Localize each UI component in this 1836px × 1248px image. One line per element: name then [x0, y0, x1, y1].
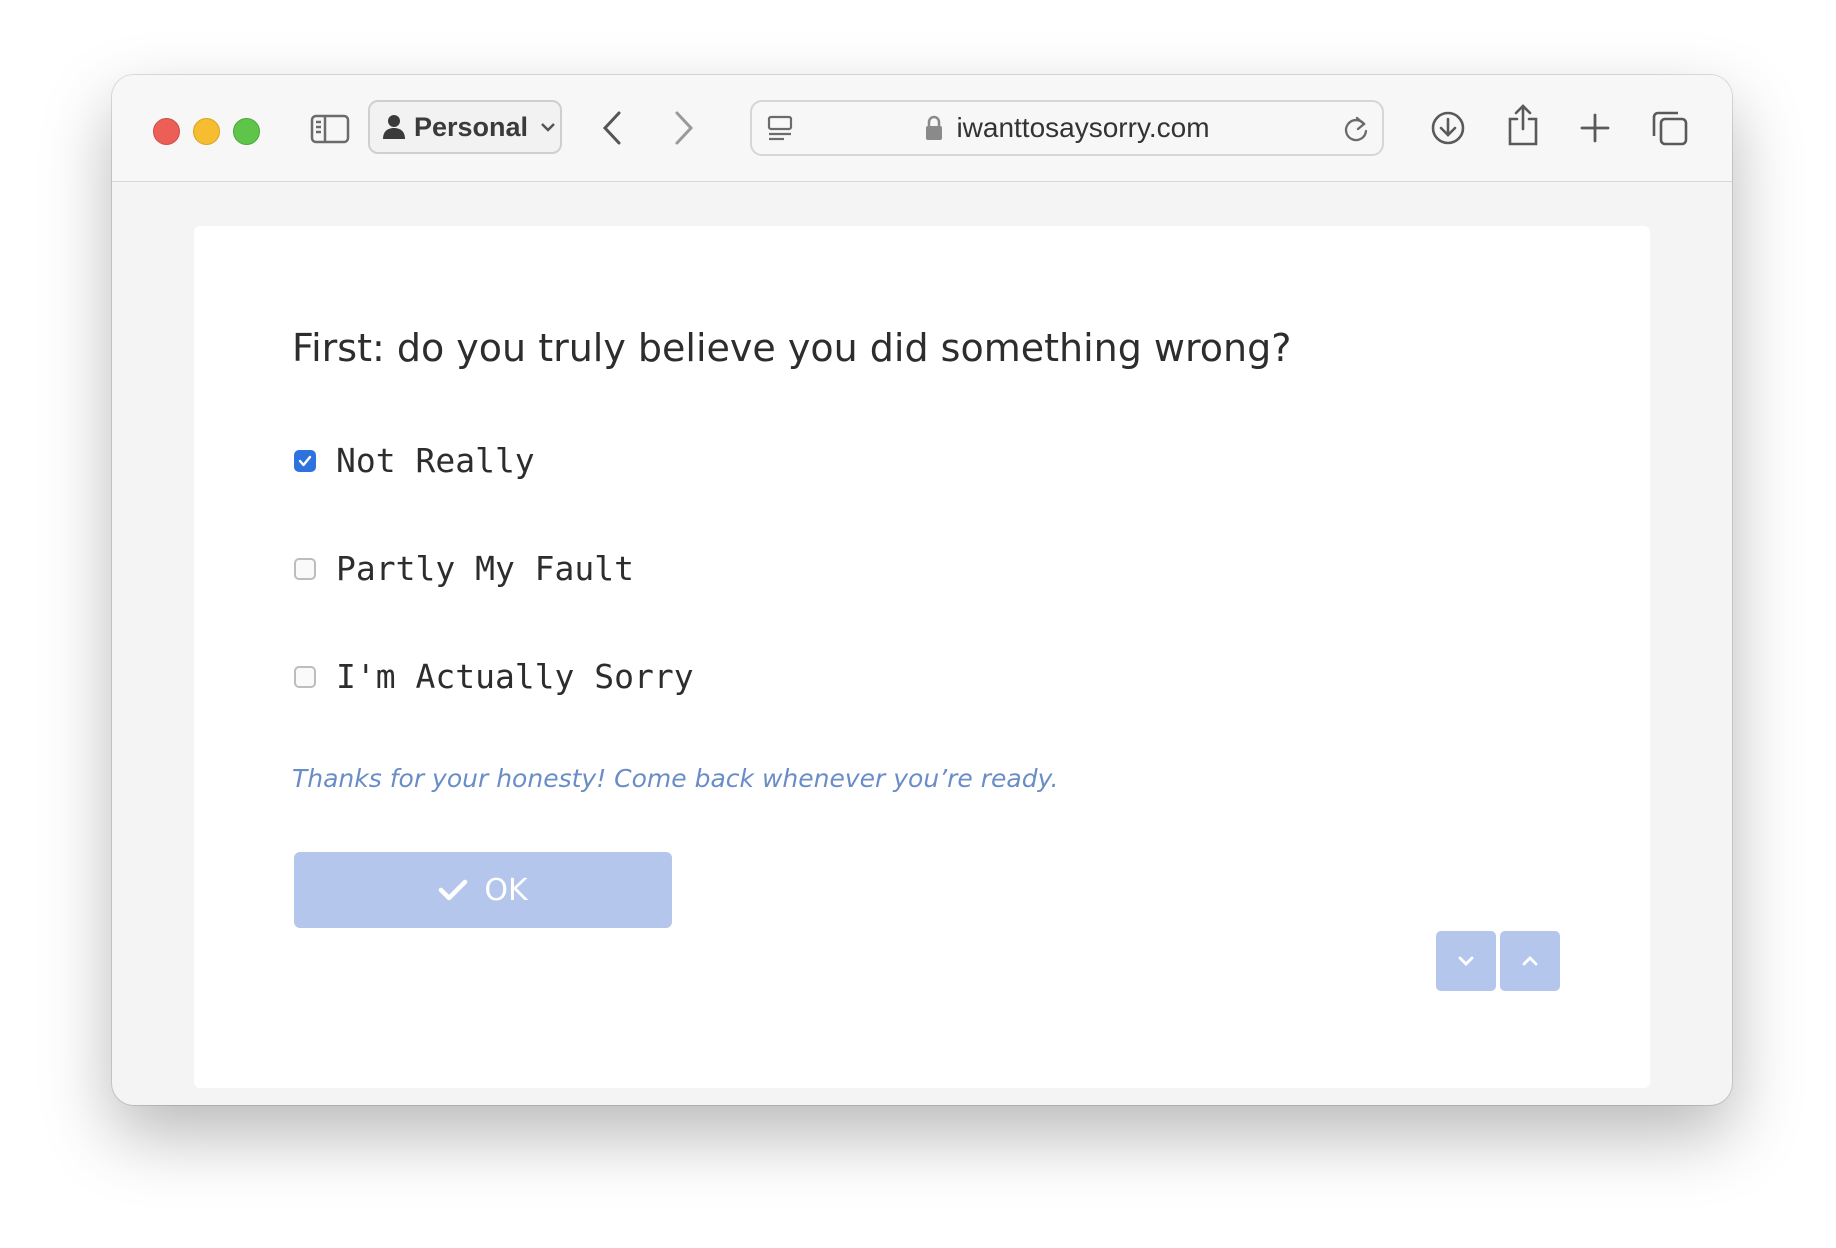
person-icon: [383, 115, 405, 139]
sidebar-icon[interactable]: [308, 109, 352, 149]
page-content: First: do you truly believe you did some…: [194, 226, 1650, 1088]
close-window-button[interactable]: [153, 118, 180, 145]
checkmark-icon: [439, 879, 468, 901]
chevron-right-icon: [675, 111, 694, 145]
share-icon[interactable]: [1501, 99, 1545, 151]
checkbox-unchecked[interactable]: [294, 557, 316, 580]
chevron-down-icon: [1458, 956, 1474, 966]
browser-toolbar: Personal iwanttosaysorry.com: [112, 75, 1732, 182]
chevron-up-icon: [1522, 956, 1538, 966]
option-label: I'm Actually Sorry: [336, 657, 694, 696]
reload-icon[interactable]: [1340, 112, 1372, 146]
question-heading: First: do you truly believe you did some…: [292, 326, 1292, 370]
chevron-left-icon: [602, 111, 621, 145]
forward-button[interactable]: [662, 105, 706, 151]
address-bar[interactable]: iwanttosaysorry.com: [750, 100, 1384, 156]
minimize-window-button[interactable]: [193, 118, 220, 145]
option-not-really[interactable]: Not Really: [294, 441, 535, 480]
back-button[interactable]: [590, 105, 634, 151]
lock-icon: [926, 115, 943, 140]
tab-overview-icon[interactable]: [1648, 105, 1692, 151]
download-icon[interactable]: [1426, 105, 1470, 151]
chevron-down-icon: [541, 123, 555, 132]
zoom-window-button[interactable]: [233, 118, 260, 145]
ok-button[interactable]: OK: [294, 852, 672, 928]
url-text: iwanttosaysorry.com: [956, 112, 1210, 143]
checkmark-icon: [298, 455, 312, 466]
browser-window: Personal iwanttosaysorry.com First: do y…: [112, 75, 1732, 1105]
profile-button[interactable]: Personal: [368, 100, 562, 154]
option-label: Not Really: [336, 441, 535, 480]
feedback-message: Thanks for your honesty! Come back whene…: [292, 764, 1059, 793]
next-question-button[interactable]: [1436, 931, 1496, 991]
ok-label: OK: [484, 872, 528, 908]
plus-icon[interactable]: [1573, 105, 1617, 151]
previous-question-button[interactable]: [1500, 931, 1560, 991]
option-actually-sorry[interactable]: I'm Actually Sorry: [294, 657, 694, 696]
checkbox-unchecked[interactable]: [294, 665, 316, 688]
checkbox-checked[interactable]: [294, 449, 316, 472]
profile-label: Personal: [414, 111, 529, 142]
option-label: Partly My Fault: [336, 549, 635, 588]
option-partly-my-fault[interactable]: Partly My Fault: [294, 549, 634, 588]
